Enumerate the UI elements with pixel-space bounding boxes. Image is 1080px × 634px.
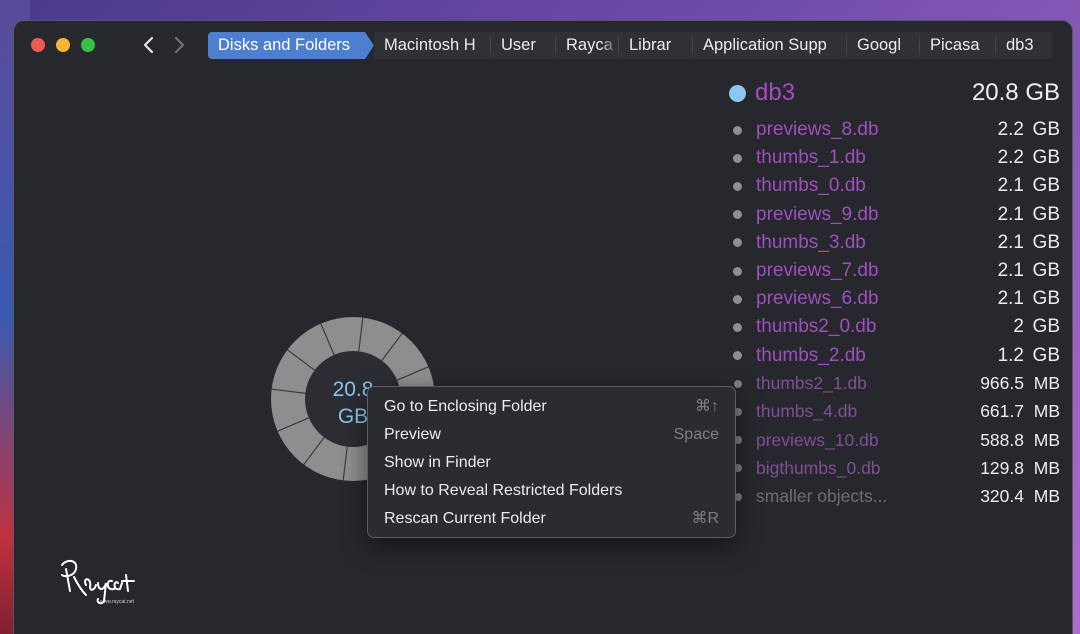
folder-color-dot-icon <box>729 84 746 102</box>
watermark-subtext: www.raycat.net <box>100 599 135 605</box>
file-name: previews_7.db <box>756 260 879 282</box>
file-size: 2.1 GB <box>997 175 1060 197</box>
list-item[interactable]: smaller objects... 320.4 MB <box>726 482 1060 510</box>
list-item[interactable]: previews_6.db 2.1 GB <box>726 285 1060 313</box>
file-name: thumbs_0.db <box>756 175 866 197</box>
file-size: 2.2 GB <box>997 119 1060 141</box>
list-item[interactable]: bigthumbs_0.db 129.8 MB <box>726 454 1060 482</box>
list-item[interactable]: thumbs_3.db 2.1 GB <box>726 229 1060 257</box>
context-menu: Go to Enclosing Folder ⌘↑ Preview Space … <box>367 386 736 538</box>
file-size: 1.2 GB <box>997 344 1060 366</box>
file-name: previews_6.db <box>756 288 879 310</box>
breadcrumb-item-library[interactable]: Librar <box>619 32 693 59</box>
file-size: 2.1 GB <box>997 288 1060 310</box>
zoom-window-button[interactable] <box>81 38 95 52</box>
list-item[interactable]: thumbs_0.db 2.1 GB <box>726 172 1060 200</box>
list-item[interactable]: previews_7.db 2.1 GB <box>726 257 1060 285</box>
file-rows: previews_8.db 2.2 GB thumbs_1.db 2.2 GB thumbs… <box>726 116 1060 511</box>
breadcrumb-item-raycat[interactable]: Rayca <box>556 32 619 59</box>
list-item[interactable]: thumbs_1.db 2.2 GB <box>726 144 1060 172</box>
bullet-dot-icon <box>733 125 742 135</box>
current-folder-size: 20.8 GB <box>971 79 1060 106</box>
bullet-dot-icon <box>733 153 742 163</box>
list-item[interactable]: thumbs2_0.db 2 GB <box>726 313 1060 341</box>
close-window-button[interactable] <box>31 38 45 52</box>
file-size: 2.1 GB <box>997 260 1060 282</box>
menu-item-show-in-finder[interactable]: Show in Finder <box>368 449 735 477</box>
file-size: 966.5 MB <box>980 373 1060 394</box>
minimize-window-button[interactable] <box>56 38 70 52</box>
breadcrumb-item-picasa[interactable]: Picasa <box>920 32 996 59</box>
shortcut-label: ⌘R <box>691 510 719 527</box>
bullet-dot-icon <box>733 181 742 191</box>
bullet-dot-icon <box>733 210 742 220</box>
menu-item-how-to-reveal-restricted-folders[interactable]: How to Reveal Restricted Folders <box>368 477 735 505</box>
file-name: thumbs_1.db <box>756 147 866 169</box>
file-name: thumbs2_0.db <box>756 316 877 338</box>
file-name: thumbs_2.db <box>756 344 866 366</box>
bullet-dot-icon <box>733 238 742 248</box>
breadcrumb-item-macintosh-hd[interactable]: Macintosh H <box>374 32 491 59</box>
list-item[interactable]: thumbs_4.db 661.7 MB <box>726 398 1060 426</box>
file-name: bigthumbs_0.db <box>756 457 881 478</box>
file-name: thumbs_3.db <box>756 231 866 253</box>
bullet-dot-icon <box>733 322 742 332</box>
app-window: Disks and Folders Macintosh H User Rayca… <box>13 20 1073 634</box>
bullet-dot-icon <box>733 294 742 304</box>
raycat-watermark-logo: www.raycat.net <box>61 559 135 605</box>
file-size: 2.1 GB <box>997 203 1060 225</box>
list-item[interactable]: thumbs2_1.db 966.5 MB <box>726 370 1060 398</box>
folder-contents-list: db3 20.8 GB previews_8.db 2.2 GB thumbs_1.d… <box>726 75 1060 511</box>
file-size: 2.2 GB <box>997 147 1060 169</box>
menu-item-go-to-enclosing-folder[interactable]: Go to Enclosing Folder ⌘↑ <box>368 393 735 421</box>
file-name: thumbs_4.db <box>756 401 858 422</box>
menu-item-preview[interactable]: Preview Space <box>368 421 735 449</box>
file-name: previews_9.db <box>756 203 879 225</box>
chevron-right-icon[interactable] <box>168 33 190 57</box>
breadcrumb: Disks and Folders Macintosh H User Rayca… <box>208 32 1052 59</box>
titlebar: Disks and Folders Macintosh H User Rayca… <box>14 21 1072 71</box>
bullet-dot-icon <box>733 351 742 361</box>
current-folder-name: db3 <box>755 79 796 106</box>
chevron-left-icon[interactable] <box>138 33 160 57</box>
list-item[interactable]: previews_8.db 2.2 GB <box>726 116 1060 144</box>
shortcut-label: ⌘↑ <box>695 398 719 415</box>
file-size: 2 GB <box>1013 316 1060 338</box>
list-item[interactable]: previews_9.db 2.1 GB <box>726 201 1060 229</box>
bullet-dot-icon <box>734 379 742 388</box>
file-name: smaller objects... <box>756 486 888 507</box>
breadcrumb-item-db3[interactable]: db3 <box>996 32 1052 59</box>
breadcrumb-item-application-support[interactable]: Application Supp <box>693 32 847 59</box>
breadcrumb-item-google[interactable]: Googl <box>847 32 920 59</box>
file-name: previews_8.db <box>756 119 879 141</box>
shortcut-label: Space <box>673 426 719 443</box>
file-name: previews_10.db <box>756 429 879 450</box>
bullet-dot-icon <box>733 266 742 276</box>
breadcrumb-item-disks-and-folders[interactable]: Disks and Folders <box>208 32 374 59</box>
breadcrumb-item-users[interactable]: User <box>491 32 556 59</box>
current-folder-row[interactable]: db3 20.8 GB <box>726 75 1060 111</box>
file-size: 2.1 GB <box>997 231 1060 253</box>
menu-item-rescan-current-folder[interactable]: Rescan Current Folder ⌘R <box>368 505 735 533</box>
file-size: 129.8 MB <box>980 457 1060 478</box>
file-size: 320.4 MB <box>980 486 1060 507</box>
file-name: thumbs2_1.db <box>756 373 867 394</box>
list-item[interactable]: thumbs_2.db 1.2 GB <box>726 342 1060 370</box>
file-size: 588.8 MB <box>980 429 1060 450</box>
file-size: 661.7 MB <box>980 401 1060 422</box>
list-item[interactable]: previews_10.db 588.8 MB <box>726 426 1060 454</box>
